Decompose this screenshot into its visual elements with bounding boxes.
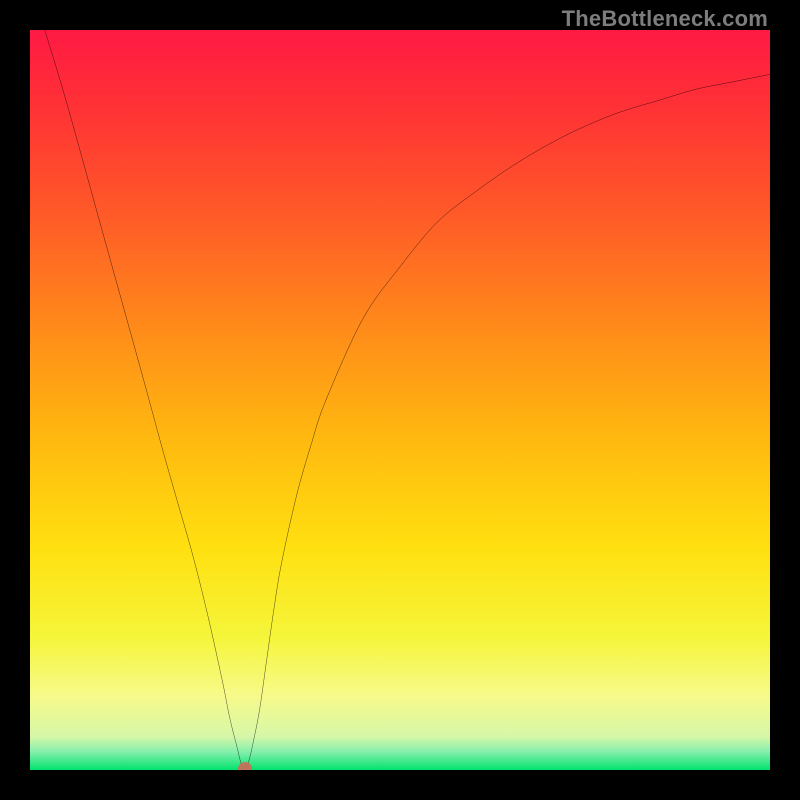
min-point-marker [238, 762, 252, 770]
plot-area [30, 30, 770, 770]
background-gradient [30, 30, 770, 770]
source-attribution: TheBottleneck.com [562, 6, 768, 32]
chart-frame: TheBottleneck.com [0, 0, 800, 800]
